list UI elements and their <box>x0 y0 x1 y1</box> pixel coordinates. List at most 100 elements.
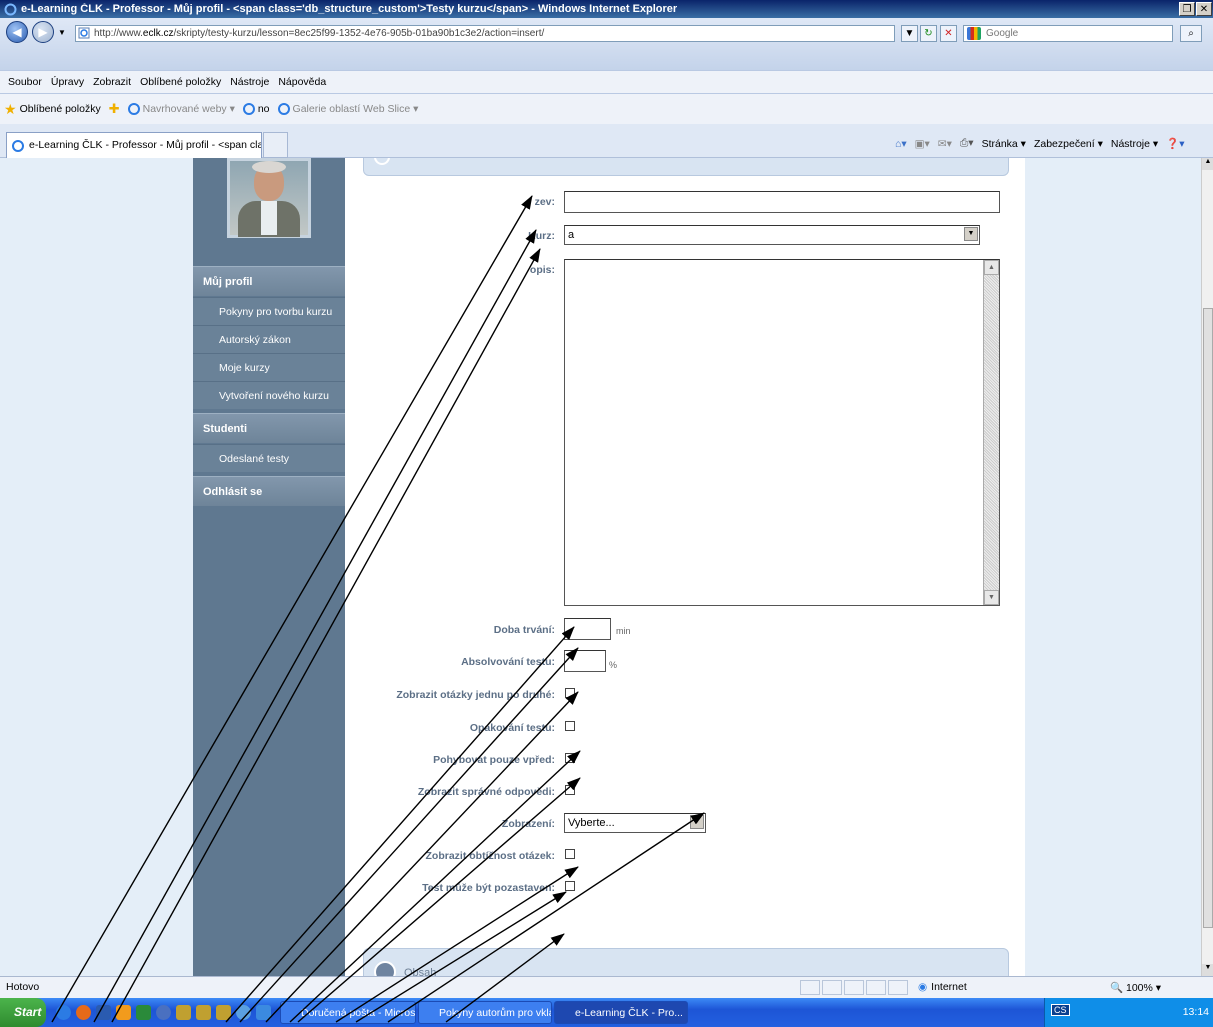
fav-no[interactable]: no <box>242 103 270 115</box>
checkbox-otazky-jednu[interactable] <box>565 688 575 698</box>
excel-icon[interactable] <box>136 1005 151 1020</box>
language-indicator[interactable]: CS <box>1051 1004 1070 1016</box>
app-icon[interactable] <box>196 1005 211 1020</box>
label-absolvovani: Absolvování testu: <box>461 656 555 668</box>
sidebar-item-autorsky-zakon[interactable]: Autorský zákon <box>193 325 345 353</box>
scroll-up-icon[interactable]: ▲ <box>1202 158 1213 170</box>
ie-quicklaunch-icon[interactable] <box>56 1005 71 1020</box>
kurz-select[interactable]: a ▼ <box>564 225 980 245</box>
sidebar-item-moje-kurzy[interactable]: Moje kurzy <box>193 353 345 381</box>
fav-web-slice-label: Galerie oblastí Web Slice ▾ <box>292 103 419 115</box>
panel-toggle-icon[interactable] <box>374 961 396 976</box>
sidebar-section-odhlasit[interactable]: Odhlásit se <box>193 476 345 506</box>
cmd-security[interactable]: Zabezpečení ▾ <box>1034 138 1103 150</box>
refresh-icon[interactable]: ↻ <box>920 25 937 42</box>
help-icon[interactable]: ❓▾ <box>1166 137 1184 150</box>
app-icon[interactable] <box>176 1005 191 1020</box>
menu-napoveda[interactable]: Nápověda <box>278 76 326 88</box>
task-ie[interactable]: e-Learning ČLK - Pro... <box>554 1001 688 1024</box>
panel-toggle-icon[interactable] <box>374 158 390 165</box>
tab-elearning[interactable]: e-Learning ČLK - Professor - Můj profil … <box>6 132 262 158</box>
page-viewport: Můj profil Pokyny pro tvorbu kurzu Autor… <box>0 158 1201 976</box>
menu-soubor[interactable]: Soubor <box>8 76 42 88</box>
checkbox-pohybovat[interactable] <box>565 753 575 763</box>
system-tray: CS 13:14 <box>1044 998 1213 1027</box>
back-button[interactable]: ◀ <box>6 21 28 43</box>
close-window-button[interactable]: ✕ <box>1196 2 1212 16</box>
app-icon[interactable] <box>256 1005 271 1020</box>
address-path: /skripty/testy-kurzu/lesson=8ec25f99-135… <box>173 28 545 39</box>
word-icon[interactable] <box>96 1005 111 1020</box>
chevron-down-icon[interactable]: ▼ <box>964 227 978 241</box>
forward-button[interactable]: ▶ <box>32 21 54 43</box>
firefox-icon[interactable] <box>76 1005 91 1020</box>
checkbox-opakovani[interactable] <box>565 721 575 731</box>
zobrazeni-select[interactable]: Vyberte... ▼ <box>564 813 706 833</box>
label-popis: opis: <box>529 264 555 276</box>
fav-web-slice[interactable]: Galerie oblastí Web Slice ▾ <box>277 103 419 115</box>
checkbox-spravne-odpovedi[interactable] <box>565 785 575 795</box>
security-zone[interactable]: ◉ Internet <box>918 981 967 993</box>
task-word[interactable]: Pokyny autorům pro vklád... <box>418 1001 552 1024</box>
popis-textarea[interactable]: ▲ ▼ <box>564 259 1000 606</box>
label-pozastaven: Test může být pozastaven: <box>422 882 555 894</box>
textarea-scrollbar[interactable]: ▲ ▼ <box>983 260 999 605</box>
sidebar-item-odeslane-testy[interactable]: Odeslané testy <box>193 444 345 472</box>
status-segment <box>800 980 820 995</box>
scroll-up-icon[interactable]: ▲ <box>984 260 999 275</box>
window-titlebar[interactable]: e-Learning ČLK - Professor - Můj profil … <box>0 0 1213 18</box>
status-segment <box>866 980 886 995</box>
sidebar-item-pokyny[interactable]: Pokyny pro tvorbu kurzu <box>193 297 345 325</box>
zoom-level: 100% <box>1126 982 1153 994</box>
add-favorite-icon[interactable]: ✚ <box>109 101 120 117</box>
print-icon[interactable]: ⎙▾ <box>960 137 974 150</box>
label-kurz: Kurz: <box>528 230 555 242</box>
zoom-control[interactable]: 🔍 100% ▾ <box>1110 981 1161 994</box>
menu-upravy[interactable]: Úpravy <box>51 76 84 88</box>
mail-icon[interactable]: ✉▾ <box>938 138 952 150</box>
doba-trvani-input[interactable] <box>564 618 611 640</box>
sidebar-item-novy-kurz[interactable]: Vytvoření nového kurzu <box>193 381 345 409</box>
scroll-down-icon[interactable]: ▼ <box>1202 964 1213 976</box>
restore-button[interactable]: ❐ <box>1179 2 1195 16</box>
sidebar: Můj profil Pokyny pro tvorbu kurzu Autor… <box>193 158 345 976</box>
page-scrollbar[interactable]: ▲ ▼ <box>1201 158 1213 976</box>
address-input[interactable]: http://www.eclk.cz/skripty/testy-kurzu/l… <box>75 25 895 42</box>
favorites-button[interactable]: Oblíbené položky <box>20 103 101 115</box>
home-icon[interactable]: ⌂▾ <box>895 138 907 150</box>
label-spravne-odpovedi: Zobrazit správné odpovědi: <box>417 786 555 798</box>
address-toolbar: ◀ ▶ ▼ http://www.eclk.cz/skripty/testy-k… <box>0 18 1213 70</box>
app-icon[interactable] <box>216 1005 231 1020</box>
scrollbar-thumb[interactable] <box>1203 308 1213 928</box>
checkbox-pozastaven[interactable] <box>565 881 575 891</box>
task-outlook[interactable]: Doručená pošta - Microso... <box>280 1001 416 1024</box>
start-button[interactable]: Start <box>0 998 46 1027</box>
menu-nastroje[interactable]: Nástroje <box>230 76 269 88</box>
tab-row: e-Learning ČLK - Professor - Můj profil … <box>0 124 1213 158</box>
sidebar-section-muj-profil[interactable]: Můj profil <box>193 266 345 296</box>
menu-zobrazit[interactable]: Zobrazit <box>93 76 131 88</box>
outlook-icon[interactable] <box>116 1005 131 1020</box>
address-dropdown-button[interactable]: ▼ <box>901 25 918 42</box>
fav-suggested-sites[interactable]: Navrhované weby ▾ <box>127 103 235 115</box>
search-input[interactable]: Google <box>963 25 1173 42</box>
checkbox-obtiznost[interactable] <box>565 849 575 859</box>
kurz-select-value: a <box>568 229 575 241</box>
scroll-down-icon[interactable]: ▼ <box>984 590 999 605</box>
absolvovani-input[interactable] <box>564 650 606 672</box>
app-icon[interactable] <box>156 1005 171 1020</box>
chevron-down-icon[interactable]: ▼ <box>690 815 704 829</box>
cmd-tools[interactable]: Nástroje ▾ <box>1111 138 1158 150</box>
cmd-page[interactable]: Stránka ▾ <box>982 138 1026 150</box>
history-dropdown-icon[interactable]: ▼ <box>58 28 66 37</box>
unit-min: min <box>616 626 631 636</box>
new-tab-button[interactable] <box>263 132 288 158</box>
stop-icon[interactable]: ✕ <box>940 25 957 42</box>
sidebar-section-studenti[interactable]: Studenti <box>193 413 345 443</box>
app-icon[interactable] <box>236 1005 251 1020</box>
feeds-icon[interactable]: ▣▾ <box>915 138 930 150</box>
menu-oblibene[interactable]: Oblíbené položky <box>140 76 221 88</box>
nazev-input[interactable] <box>564 191 1000 213</box>
search-icon[interactable]: ⌕ <box>1180 25 1202 42</box>
favorites-star-icon[interactable]: ★ <box>4 101 17 118</box>
